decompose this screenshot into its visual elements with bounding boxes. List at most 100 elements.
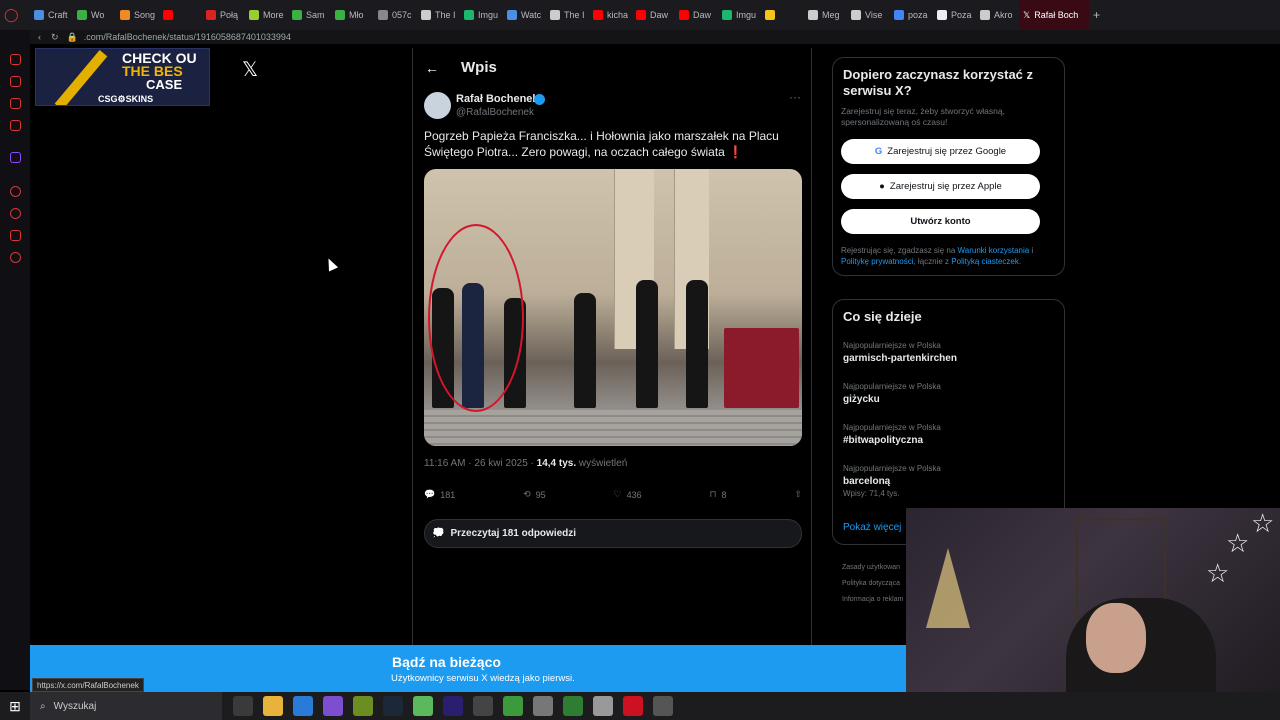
vscode-icon[interactable] bbox=[293, 696, 313, 716]
trend-context: Najpopularniejsze w Polska bbox=[843, 382, 941, 391]
browser-tab[interactable]: poza bbox=[890, 0, 933, 30]
back-arrow-icon[interactable]: ← bbox=[425, 60, 439, 76]
opera-menu-icon[interactable]: ◯ bbox=[0, 0, 30, 30]
terms-link[interactable]: Warunki korzystania bbox=[958, 246, 1030, 255]
trend-item[interactable]: Najpopularniejsze w Polska giżycku bbox=[843, 382, 941, 405]
repost-button[interactable]: ⟲ 95 bbox=[523, 489, 546, 500]
tab-label: 057c bbox=[392, 10, 412, 20]
browser-tab[interactable]: Imgu bbox=[718, 0, 761, 30]
browser-tab[interactable]: 057c bbox=[374, 0, 417, 30]
sidebar-icon-2[interactable] bbox=[10, 76, 21, 87]
page-title: Wpis bbox=[461, 59, 497, 76]
browser-tab[interactable]: Meg bbox=[804, 0, 847, 30]
reload-icon[interactable]: ↻ bbox=[51, 32, 59, 43]
taskbar-search[interactable]: ⌕ Wyszukaj bbox=[30, 692, 222, 720]
show-more-link[interactable]: Pokaż więcej bbox=[843, 522, 901, 533]
cookies-link[interactable]: Polityką ciasteczek bbox=[951, 257, 1019, 266]
app-icon-3[interactable] bbox=[563, 696, 583, 716]
trend-item[interactable]: Najpopularniejsze w Polska #bitwapolitycz… bbox=[843, 423, 941, 446]
browser-tab[interactable]: The I bbox=[417, 0, 460, 30]
sidebar-icon-4[interactable] bbox=[10, 120, 21, 131]
browser-tab[interactable]: Vise bbox=[847, 0, 890, 30]
app-icon-4[interactable] bbox=[593, 696, 613, 716]
read-replies-button[interactable]: 💭 Przeczytaj 181 odpowiedzi bbox=[424, 519, 802, 548]
notepad-icon[interactable] bbox=[413, 696, 433, 716]
history-icon[interactable] bbox=[10, 208, 21, 219]
obs-icon[interactable] bbox=[473, 696, 493, 716]
share-button[interactable]: ⇧ bbox=[794, 489, 802, 500]
browser-tab[interactable]: Song bbox=[116, 0, 159, 30]
legal-text-2: i bbox=[1029, 246, 1034, 255]
google-signup-button[interactable]: G Zarejestruj się przez Google bbox=[841, 139, 1040, 164]
browser-tab[interactable]: Akro bbox=[976, 0, 1019, 30]
browser-tab[interactable]: Poza bbox=[933, 0, 976, 30]
url-text[interactable]: .com/RafalBochenek/status/19160586874010… bbox=[84, 32, 291, 42]
reply-button[interactable]: 💬 181 bbox=[424, 489, 455, 500]
game-icon-1[interactable] bbox=[503, 696, 523, 716]
tab-label: Wo bbox=[91, 10, 105, 20]
browser-tab[interactable] bbox=[159, 0, 202, 30]
browser-tab[interactable]: Wo bbox=[73, 0, 116, 30]
tab-label: Daw bbox=[650, 10, 669, 20]
bookmark-button[interactable]: ⊓ 8 bbox=[710, 489, 727, 500]
app-icon-5[interactable] bbox=[653, 696, 673, 716]
tab-favicon-icon bbox=[980, 10, 990, 20]
browser-tab[interactable] bbox=[761, 0, 804, 30]
signup-banner[interactable]: Bądź na bieżąco Użytkownicy serwisu X wi… bbox=[30, 645, 906, 692]
browser-tab[interactable]: The I bbox=[546, 0, 589, 30]
google-icon: G bbox=[874, 146, 883, 157]
browser-tab-active[interactable]: 𝕏 Rafał Boch bbox=[1019, 0, 1089, 30]
legal-text-4: . bbox=[1018, 257, 1022, 266]
settings-icon[interactable] bbox=[10, 252, 21, 263]
app-icon-2[interactable] bbox=[533, 696, 553, 716]
sidebar-icon-1[interactable] bbox=[10, 54, 21, 65]
browser-tab[interactable]: Imgu bbox=[460, 0, 503, 30]
premiere-icon[interactable] bbox=[443, 696, 463, 716]
tab-favicon-icon bbox=[77, 10, 87, 20]
more-options-icon[interactable]: ··· bbox=[789, 90, 801, 104]
tweet-photo[interactable] bbox=[424, 169, 802, 446]
privacy-link[interactable]: Politykę prywatności bbox=[841, 257, 913, 266]
opera-icon[interactable] bbox=[623, 696, 643, 716]
x-logo-icon[interactable]: 𝕏 bbox=[242, 57, 258, 82]
apple-signup-button[interactable]: ● Zarejestruj się przez Apple bbox=[841, 174, 1040, 199]
browser-tab[interactable]: Sam bbox=[288, 0, 331, 30]
browser-tab[interactable]: kicha bbox=[589, 0, 632, 30]
sidebar-icon-6[interactable] bbox=[10, 230, 21, 241]
browser-tab[interactable]: Watc bbox=[503, 0, 546, 30]
browser-tab[interactable]: More bbox=[245, 0, 288, 30]
sidebar-icon-3[interactable] bbox=[10, 98, 21, 109]
file-explorer-icon[interactable] bbox=[263, 696, 283, 716]
csgo-skins-ad[interactable]: CHECK OU THE BES CASE CSG⚙SKINS bbox=[35, 48, 210, 106]
tab-label: Poza bbox=[951, 10, 972, 20]
create-account-button[interactable]: Utwórz konto bbox=[841, 209, 1040, 234]
footer-link[interactable]: Informacja o reklam bbox=[842, 592, 903, 608]
trend-item[interactable]: Najpopularniejsze w Polska garmisch-parte… bbox=[843, 341, 957, 364]
browser-tab[interactable]: Połą bbox=[202, 0, 245, 30]
footer-link[interactable]: Polityka dotycząca bbox=[842, 576, 903, 592]
steam-icon[interactable] bbox=[383, 696, 403, 716]
like-button[interactable]: ♡ 436 bbox=[614, 489, 642, 500]
browser-tab[interactable]: Daw bbox=[675, 0, 718, 30]
back-icon[interactable]: ‹ bbox=[38, 32, 41, 42]
author-name[interactable]: Rafał Bochenek bbox=[456, 93, 539, 105]
app-icon-1[interactable] bbox=[353, 696, 373, 716]
author-avatar[interactable] bbox=[424, 92, 451, 119]
browser-tab[interactable]: Mło bbox=[331, 0, 374, 30]
browser-tab[interactable]: Craft bbox=[30, 0, 73, 30]
new-tab-button[interactable]: + bbox=[1089, 0, 1104, 30]
author-handle[interactable]: @RafalBochenek bbox=[456, 107, 534, 118]
task-view-icon[interactable] bbox=[233, 696, 253, 716]
obsidian-icon[interactable] bbox=[323, 696, 343, 716]
trend-context: Najpopularniejsze w Polska bbox=[843, 464, 941, 473]
twitch-icon[interactable] bbox=[10, 152, 21, 163]
windows-start-icon[interactable]: ⊞ bbox=[0, 692, 30, 720]
trend-item[interactable]: Najpopularniejsze w Polska barceloną Wpisy… bbox=[843, 464, 941, 498]
photo-steps bbox=[424, 410, 802, 446]
tweet-time[interactable]: 11:16 AM · 26 kwi 2025 · bbox=[424, 458, 537, 469]
footer-link[interactable]: Zasady użytkowan bbox=[842, 560, 903, 576]
address-bar[interactable]: ‹ ↻ 🔒 .com/RafalBochenek/status/19160586… bbox=[30, 30, 1280, 44]
sidebar-icon-5[interactable] bbox=[10, 186, 21, 197]
browser-tab[interactable]: Daw bbox=[632, 0, 675, 30]
tab-favicon-icon bbox=[120, 10, 130, 20]
